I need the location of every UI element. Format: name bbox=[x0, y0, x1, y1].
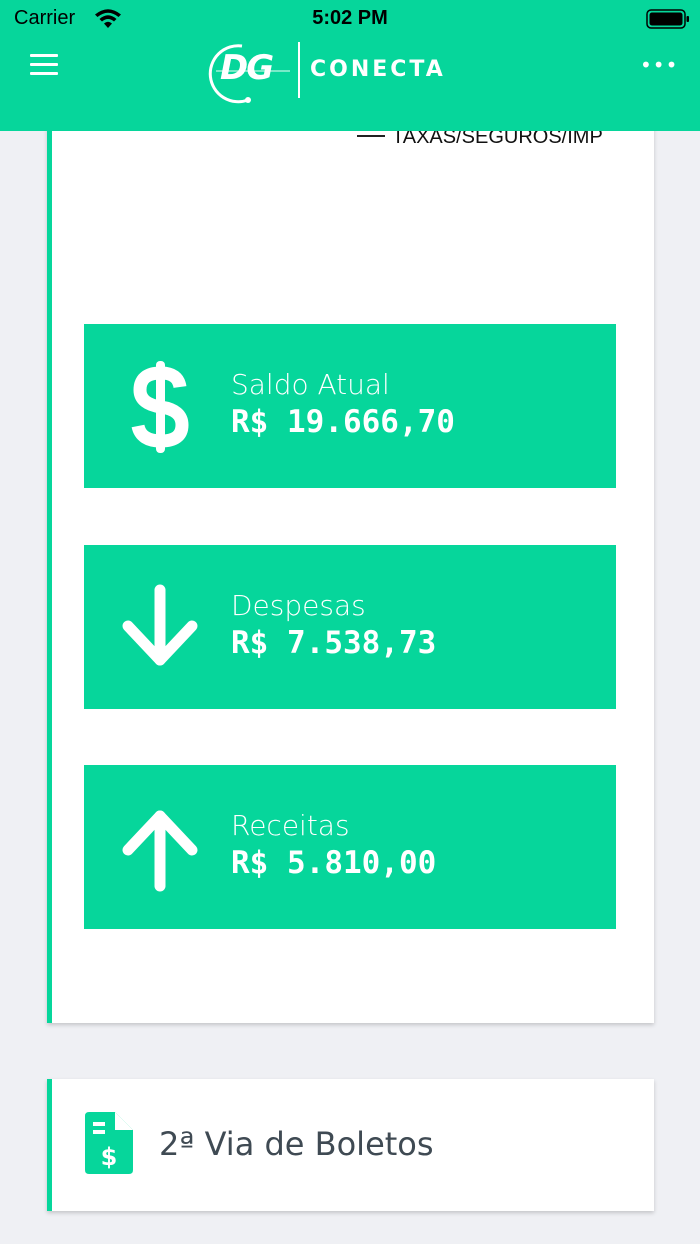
svg-text:$: $ bbox=[101, 1143, 118, 1171]
arrow-down-icon bbox=[122, 584, 198, 666]
boletos-card[interactable]: $ 2ª Via de Boletos bbox=[47, 1079, 654, 1211]
hamburger-icon[interactable] bbox=[30, 54, 58, 76]
receitas-tile[interactable]: Receitas R$ 5.810,00 bbox=[84, 765, 616, 929]
tile-value: R$ 19.666,70 bbox=[231, 404, 455, 440]
more-dots-icon[interactable]: ••• bbox=[640, 53, 678, 77]
tile-value: R$ 5.810,00 bbox=[231, 845, 437, 881]
boletos-label: 2ª Via de Boletos bbox=[159, 1125, 434, 1163]
tile-value: R$ 7.538,73 bbox=[231, 625, 437, 661]
app-logo: DG CONECTA bbox=[206, 40, 496, 106]
logo-text: CONECTA bbox=[310, 57, 446, 82]
status-bar: Carrier 5:02 PM bbox=[0, 0, 700, 40]
clock: 5:02 PM bbox=[312, 7, 388, 29]
financial-summary-card: TAXAS/SEGUROS/IMP Saldo Atual R$ 19.666,… bbox=[47, 100, 654, 1023]
logo-divider bbox=[298, 42, 300, 98]
logo-mark: DG bbox=[220, 48, 274, 88]
tile-label: Despesas bbox=[231, 589, 366, 622]
despesas-tile[interactable]: Despesas R$ 7.538,73 bbox=[84, 545, 616, 709]
tile-label: Receitas bbox=[231, 809, 350, 842]
battery-icon bbox=[646, 9, 689, 29]
saldo-atual-tile[interactable]: Saldo Atual R$ 19.666,70 bbox=[84, 324, 616, 488]
legend-swatch bbox=[357, 135, 385, 137]
app-header: DG CONECTA ••• bbox=[0, 40, 700, 131]
dollar-icon bbox=[131, 361, 189, 453]
arrow-up-icon bbox=[122, 810, 198, 892]
tile-label: Saldo Atual bbox=[231, 368, 390, 401]
invoice-icon: $ bbox=[85, 1112, 133, 1174]
